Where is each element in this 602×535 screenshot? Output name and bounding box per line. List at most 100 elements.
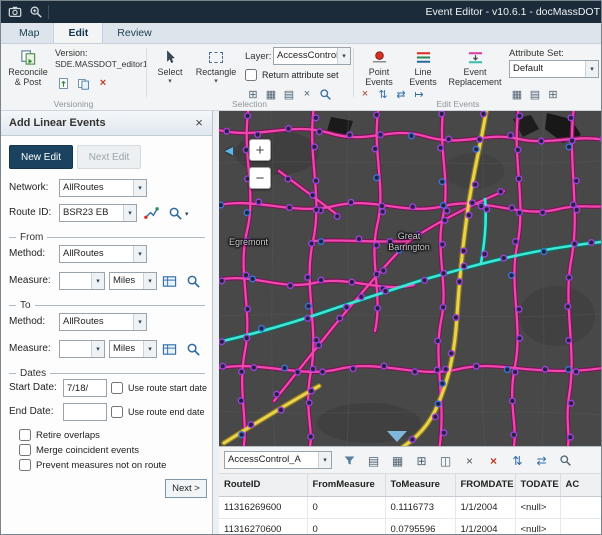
tab-map[interactable]: Map: [5, 23, 53, 43]
zoom-in-icon[interactable]: [28, 4, 44, 20]
chevron-down-icon: ▾: [133, 246, 146, 262]
close-icon[interactable]: ×: [191, 115, 207, 130]
post-icon[interactable]: [55, 75, 71, 91]
column-header-fromdate[interactable]: FROMDATE: [455, 474, 515, 496]
attribute-list-icon[interactable]: ▤: [365, 452, 382, 469]
next-button[interactable]: Next >: [165, 479, 207, 498]
chevron-down-icon[interactable]: ▾: [185, 210, 189, 218]
from-measure-unit-dropdown[interactable]: Miles ▾: [109, 272, 157, 290]
rectangle-icon: [193, 47, 239, 67]
table-row[interactable]: 11316269600 0 0.1116773 1/1/2004 <null>: [219, 496, 602, 518]
attribute-table-panel: AccessControl_A ▾ ▤ ▦ ⊞ ◫ × × ⇅ ⇄ RouteI…: [219, 446, 602, 535]
chevron-down-icon: ▾: [133, 314, 146, 330]
route-picker-icon[interactable]: [143, 205, 159, 221]
table-cell: 0.0795596: [385, 518, 455, 535]
screenshot-icon[interactable]: [7, 4, 23, 20]
to-measure-unit-dropdown[interactable]: Miles ▾: [109, 340, 157, 358]
column-header-routeid[interactable]: RouteID: [219, 474, 307, 496]
from-section-label: From: [20, 232, 43, 243]
new-edit-button[interactable]: New Edit: [9, 145, 73, 169]
attribute-set-label: Attribute Set:: [509, 48, 564, 59]
column-header-frommeasure[interactable]: FromMeasure: [307, 474, 385, 496]
event-replacement-button[interactable]: Event Replacement: [447, 47, 503, 105]
from-measure-zoom-icon[interactable]: [185, 273, 201, 289]
delete-version-icon[interactable]: ×: [95, 75, 111, 91]
collapse-table-arrow[interactable]: [387, 431, 407, 442]
layer-dropdown-value: AccessControl_A: [274, 48, 337, 64]
chevron-down-icon: ▾: [91, 273, 104, 289]
chevron-down-icon: ▾: [337, 48, 350, 64]
group-label-versioning: Versioning: [1, 99, 146, 109]
network-dropdown[interactable]: AllRoutes ▾: [59, 179, 147, 197]
from-method-dropdown[interactable]: AllRoutes ▾: [59, 245, 147, 263]
table-cell: 11316269600: [219, 496, 307, 518]
tab-edit[interactable]: Edit: [53, 23, 103, 43]
attribute-table: RouteID FromMeasure ToMeasure FROMDATE T…: [219, 474, 602, 535]
use-route-start-date-label: Use route start date: [128, 383, 207, 393]
to-measure-dms-icon[interactable]: [161, 341, 177, 357]
column-header-todate[interactable]: TODATE: [515, 474, 560, 496]
select-tool-button[interactable]: Select ▾: [151, 47, 189, 105]
merge-coincident-row: Merge coincident events: [19, 444, 139, 456]
magnifier-plus-icon: [29, 5, 43, 19]
to-measure-zoom-icon[interactable]: [185, 341, 201, 357]
camera-icon: [8, 5, 22, 19]
filter-icon[interactable]: [341, 452, 358, 469]
table-cell: <null>: [515, 518, 560, 535]
prevent-measures-checkbox[interactable]: [19, 459, 31, 471]
use-route-end-date-checkbox[interactable]: [111, 406, 123, 418]
merge-coincident-checkbox[interactable]: [19, 444, 31, 456]
related-tables-icon[interactable]: ▦: [389, 452, 406, 469]
zoom-out-button[interactable]: −: [249, 167, 271, 189]
collapse-side-panel-arrow[interactable]: ◀: [221, 139, 237, 161]
attribute-set-dropdown[interactable]: Default ▾: [509, 60, 599, 78]
reconcile-post-label: Reconcile & Post: [5, 67, 51, 88]
title-bar: Event Editor - v10.6.1 - docMassDOT: [1, 1, 602, 23]
switch-selection-icon[interactable]: ⇄: [533, 452, 550, 469]
table-cell: 0.1116773: [385, 496, 455, 518]
map-canvas[interactable]: Egremont Great Barrington ◀ + −: [219, 111, 602, 446]
from-measure-label: Measure:: [9, 275, 51, 286]
to-measure-dropdown[interactable]: ▾: [59, 340, 105, 358]
table-row[interactable]: 11316270600 0 0.0795596 1/1/2004 <null>: [219, 518, 602, 535]
clear-selection-icon[interactable]: ×: [461, 452, 478, 469]
to-method-dropdown[interactable]: AllRoutes ▾: [59, 313, 147, 331]
layer-label: Layer:: [245, 51, 271, 62]
rectangle-select-button[interactable]: Rectangle ▾: [193, 47, 239, 105]
column-header-tomeasure[interactable]: ToMeasure: [385, 474, 455, 496]
column-header-ac[interactable]: AC: [560, 474, 602, 496]
table-layer-dropdown[interactable]: AccessControl_A ▾: [224, 451, 332, 469]
network-value: AllRoutes: [60, 180, 133, 196]
table-cell: [560, 496, 602, 518]
prevent-measures-row: Prevent measures not on route: [19, 459, 166, 471]
return-attribute-set-checkbox[interactable]: [245, 69, 257, 81]
zoom-to-row-icon[interactable]: [557, 452, 574, 469]
to-section-separator: To: [9, 299, 205, 311]
use-route-start-date-row: Use route start date: [111, 382, 207, 394]
delete-rows-icon[interactable]: ×: [485, 452, 502, 469]
from-measure-dms-icon[interactable]: [161, 273, 177, 289]
to-measure-value: [60, 341, 91, 357]
tab-review[interactable]: Review: [103, 23, 165, 43]
app-title: Event Editor - v10.6.1 - docMassDOT: [426, 6, 600, 18]
table-cell: 0: [307, 496, 385, 518]
show-selected-icon[interactable]: ◫: [437, 452, 454, 469]
version-value: SDE.MASSDOT_editor1: [55, 59, 148, 69]
route-id-dropdown[interactable]: BSR23 EB ▾: [59, 204, 137, 222]
add-selection-icon[interactable]: ⊞: [413, 452, 430, 469]
map-label-barrington: Barrington: [379, 242, 439, 253]
start-date-input[interactable]: [63, 379, 107, 397]
layer-dropdown[interactable]: AccessControl_A ▾: [273, 47, 351, 65]
reconcile-post-button[interactable]: Reconcile & Post: [5, 47, 51, 105]
end-date-input[interactable]: [63, 403, 107, 421]
reconcile-icon[interactable]: [75, 75, 91, 91]
zoom-in-button[interactable]: +: [249, 139, 271, 161]
route-zoom-icon[interactable]: [167, 205, 183, 221]
network-label: Network:: [9, 182, 48, 193]
retire-overlaps-checkbox[interactable]: [19, 429, 31, 441]
route-id-label: Route ID:: [9, 207, 51, 218]
sort-icon[interactable]: ⇅: [509, 452, 526, 469]
use-route-start-date-checkbox[interactable]: [111, 382, 123, 394]
next-edit-button[interactable]: Next Edit: [77, 145, 141, 169]
from-measure-dropdown[interactable]: ▾: [59, 272, 105, 290]
